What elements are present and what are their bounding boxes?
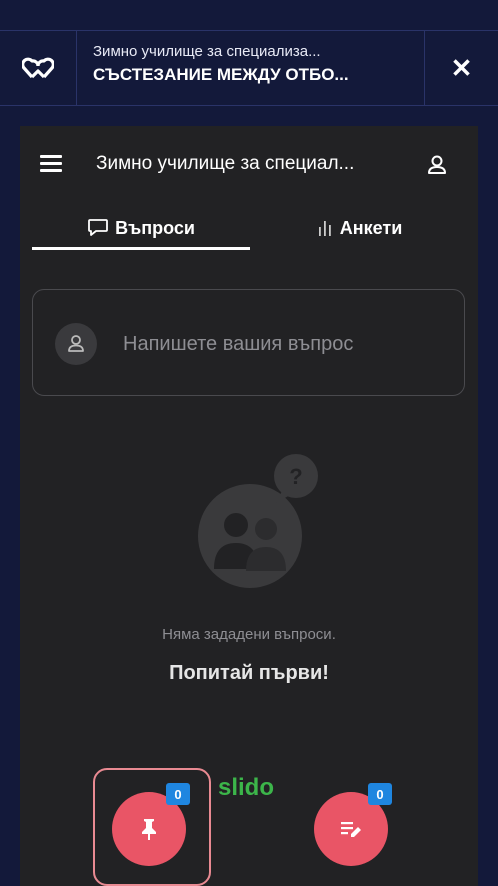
tab-bar: Въпроси Анкети <box>32 208 468 250</box>
no-questions-illustration-icon: ? <box>198 454 318 588</box>
bar-chart-icon <box>318 221 331 236</box>
empty-state-cta: Попитай първи! <box>169 662 329 684</box>
question-placeholder: Напишете вашия въпрос <box>123 333 354 355</box>
tab-questions[interactable]: Въпроси <box>32 208 250 248</box>
close-icon: ✕ <box>450 52 473 83</box>
user-icon[interactable] <box>424 152 450 178</box>
tab-polls-label: Анкети <box>339 217 403 238</box>
hearts-logo-icon <box>22 57 54 79</box>
event-title-block: Зимно училище за специализа... СЪСТЕЗАНИ… <box>77 31 425 105</box>
close-button[interactable]: ✕ <box>425 31 498 105</box>
avatar <box>55 323 97 365</box>
svg-text:?: ? <box>289 464 302 489</box>
tab-polls[interactable]: Анкети <box>250 208 468 248</box>
panel-title: Зимно училище за специал... <box>96 153 355 174</box>
empty-state-text: Няма зададени въпроси. <box>162 626 336 643</box>
pinned-count-badge: 0 <box>166 783 190 805</box>
slido-panel: Зимно училище за специал... Въпроси Анке… <box>20 126 478 886</box>
slido-logo: slido <box>218 774 275 801</box>
my-questions-count-badge: 0 <box>368 783 392 805</box>
active-tab-indicator <box>32 247 250 250</box>
tab-questions-label: Въпроси <box>115 217 195 238</box>
edit-list-icon <box>341 822 361 837</box>
chat-bubble-icon <box>88 219 108 236</box>
panel-header: Зимно училище за специал... <box>20 126 478 204</box>
question-input[interactable]: Напишете вашия въпрос <box>32 289 465 396</box>
pin-icon <box>142 819 156 840</box>
event-subtitle: Зимно училище за специализа... <box>93 43 321 60</box>
event-logo[interactable] <box>0 31 77 105</box>
menu-icon[interactable] <box>40 155 62 172</box>
user-icon <box>68 335 84 352</box>
event-top-bar: Зимно училище за специализа... СЪСТЕЗАНИ… <box>0 30 498 106</box>
event-title: СЪСТЕЗАНИЕ МЕЖДУ ОТБО... <box>93 65 349 84</box>
